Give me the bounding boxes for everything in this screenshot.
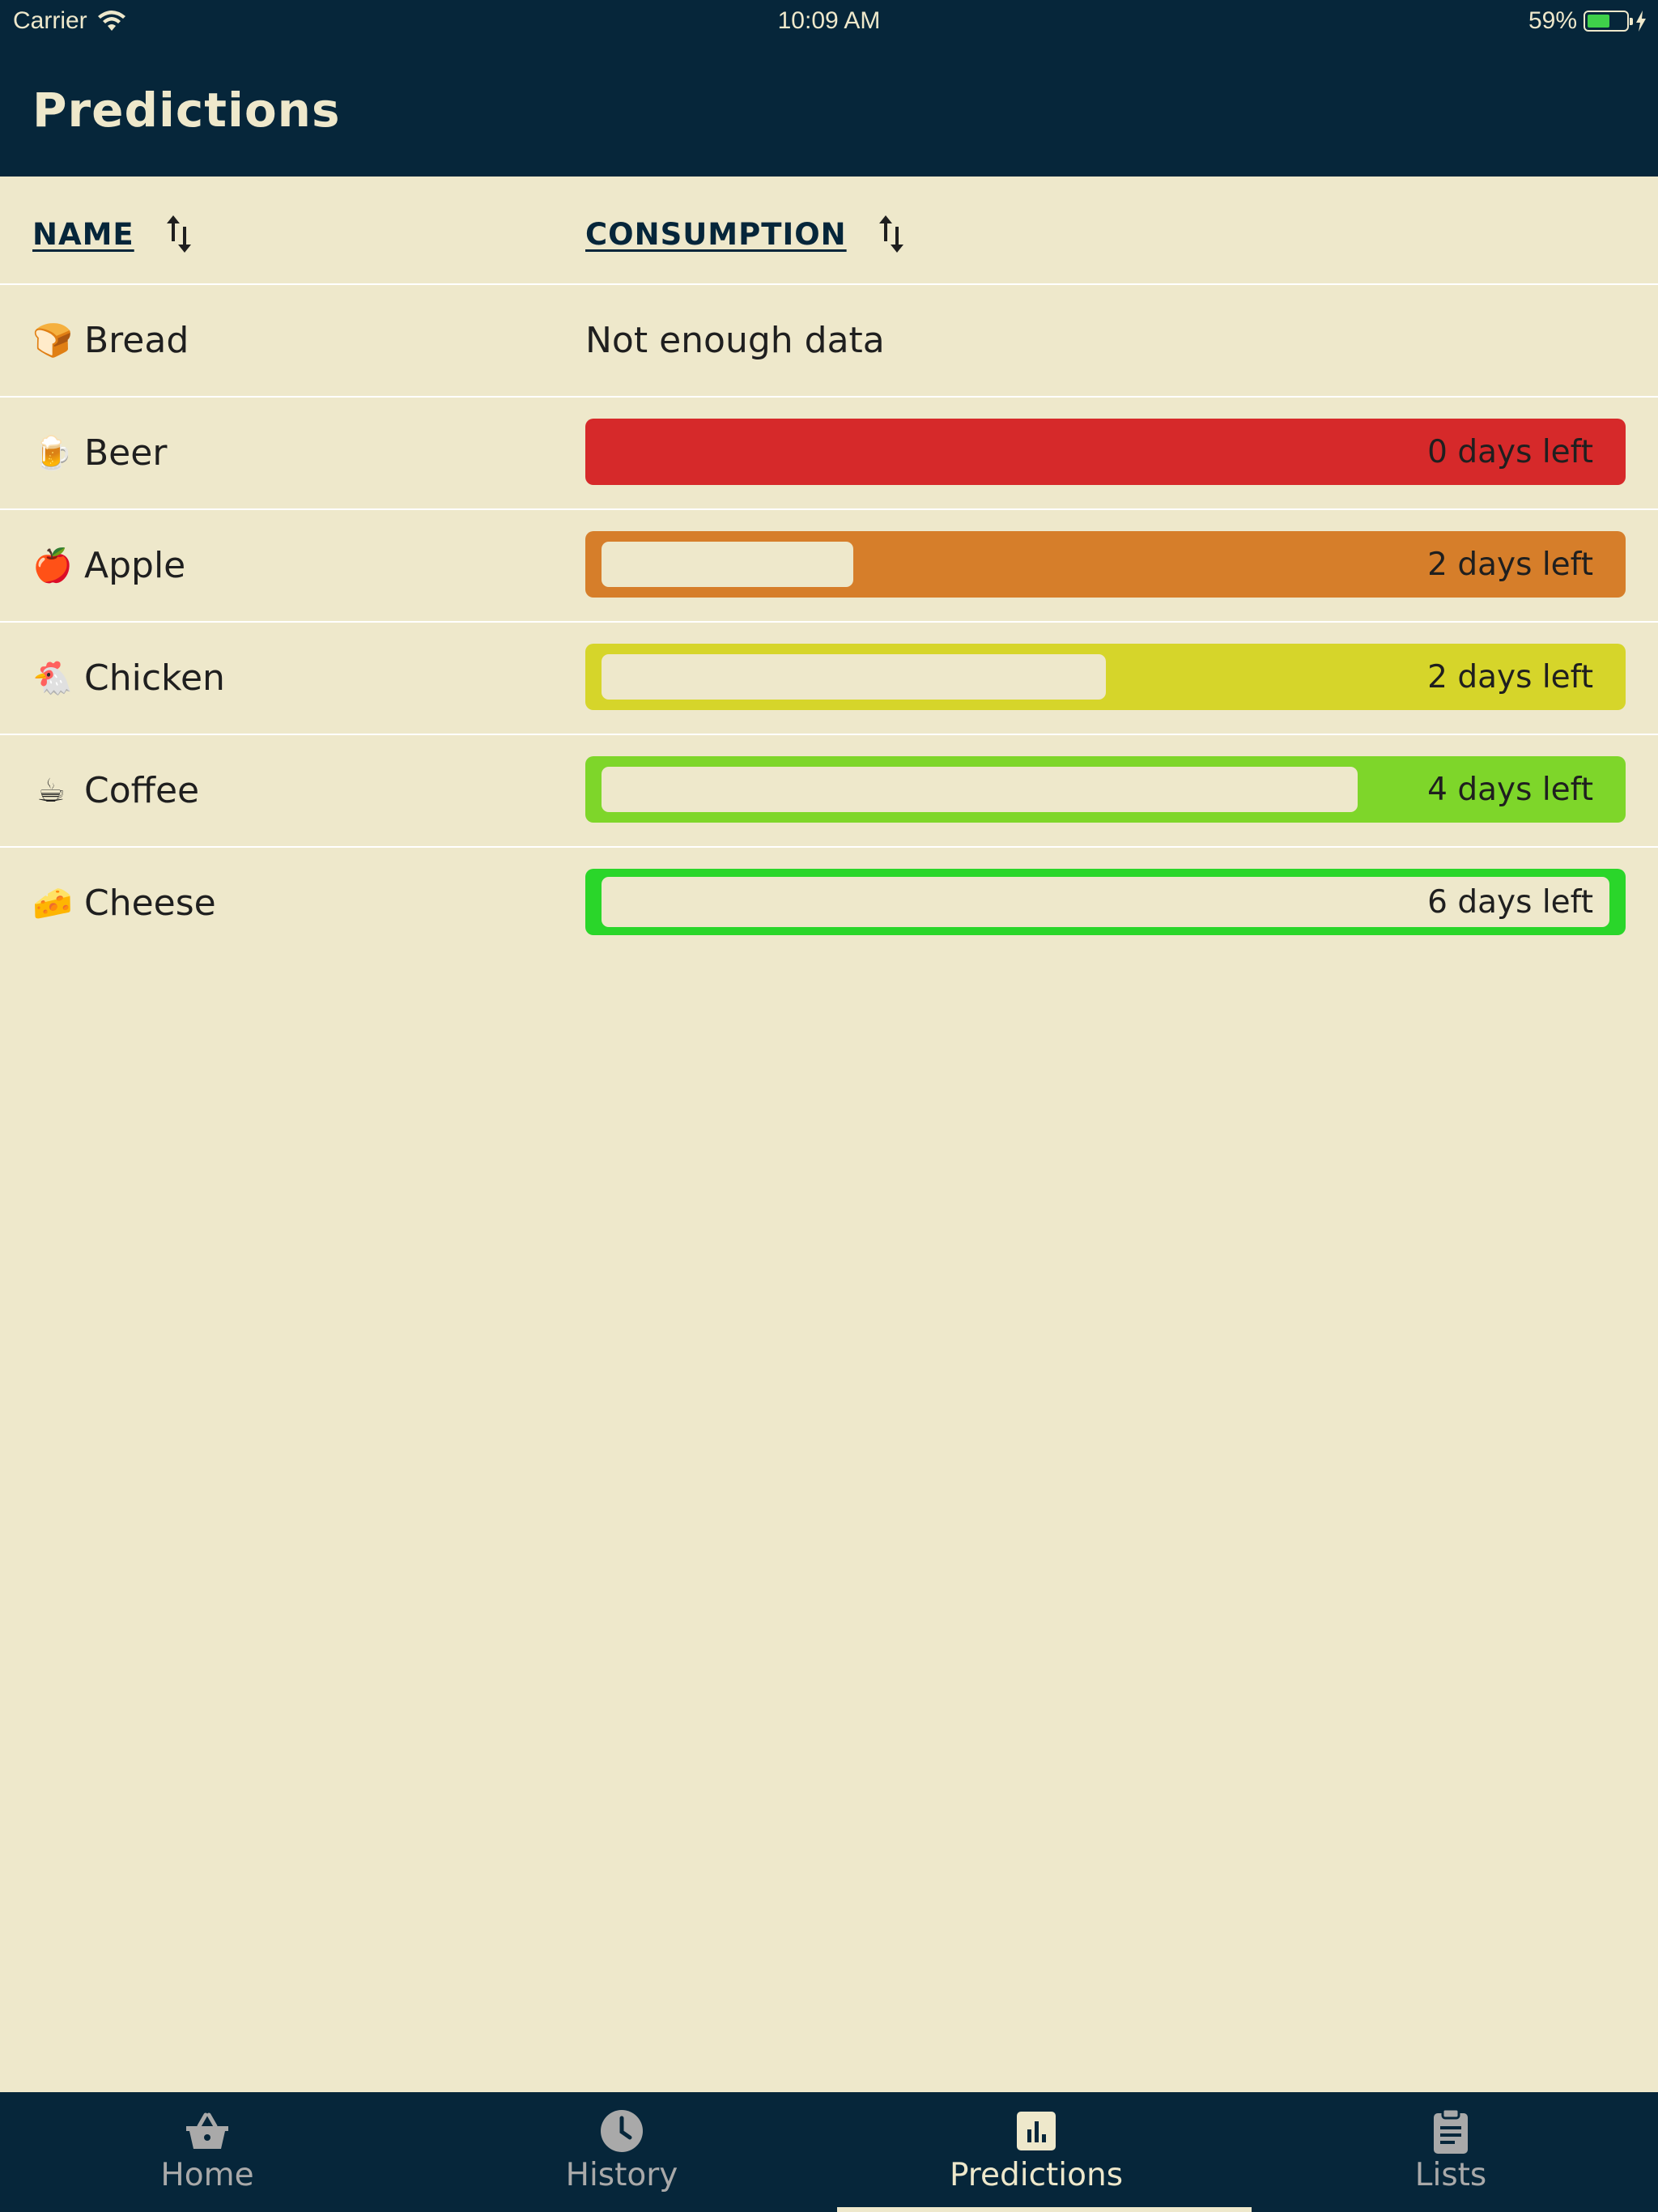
battery-status: 59% xyxy=(1528,7,1647,35)
item-name-cell: 🍎 Apple xyxy=(32,510,185,621)
beer-icon: 🍺 xyxy=(32,435,73,472)
item-name-cell: ☕ Coffee xyxy=(32,735,199,846)
sort-by-name-button[interactable]: NAME xyxy=(32,212,196,256)
consumption-bar: 2 days left xyxy=(585,531,1626,598)
item-name: Bread xyxy=(84,320,189,361)
charging-bolt-icon xyxy=(1636,11,1646,32)
status-bar: Carrier 10:09 AM 59% xyxy=(0,0,1658,42)
consumption-column-header[interactable]: CONSUMPTION xyxy=(585,217,847,252)
tab-history[interactable]: History xyxy=(414,2092,829,2212)
tab-bar: Home History Predictions Lists xyxy=(0,2092,1658,2212)
coffee-icon: ☕ xyxy=(36,772,66,810)
page-title: Predictions xyxy=(32,83,341,138)
consumption-bar: 2 days left xyxy=(585,644,1626,710)
table-row[interactable]: 🐔 Chicken 2 days left xyxy=(0,623,1658,735)
item-name: Coffee xyxy=(84,770,200,811)
table-row[interactable]: 🧀 Cheese 6 days left xyxy=(0,848,1658,960)
clipboard-icon xyxy=(1434,2108,1468,2154)
item-name-cell: 🧀 Cheese xyxy=(32,848,216,959)
basket-icon xyxy=(186,2112,228,2149)
days-left-label: 4 days left xyxy=(1427,771,1593,808)
clock: 10:09 AM xyxy=(777,7,881,34)
item-name: Chicken xyxy=(84,657,225,699)
battery-icon xyxy=(1584,11,1633,32)
sort-arrows-icon[interactable] xyxy=(874,212,908,256)
tab-label: Home xyxy=(160,2157,254,2193)
chicken-icon: 🐔 xyxy=(32,660,73,697)
not-enough-data-label: Not enough data xyxy=(585,320,885,361)
remaining-fill xyxy=(602,654,1106,700)
tab-label: Predictions xyxy=(949,2157,1124,2193)
tab-label: History xyxy=(565,2157,678,2193)
days-left-label: 0 days left xyxy=(1427,433,1593,470)
sort-arrows-icon[interactable] xyxy=(162,212,196,256)
name-column-header[interactable]: NAME xyxy=(32,217,134,252)
tab-lists[interactable]: Lists xyxy=(1244,2092,1658,2212)
table-row[interactable]: ☕ Coffee 4 days left xyxy=(0,735,1658,848)
remaining-fill xyxy=(602,542,853,587)
days-left-label: 2 days left xyxy=(1427,658,1593,696)
item-name-cell: 🍞 Bread xyxy=(32,285,189,396)
sort-by-consumption-button[interactable]: CONSUMPTION xyxy=(585,212,908,256)
consumption-bar: 0 days left xyxy=(585,419,1626,485)
item-name: Apple xyxy=(84,545,186,586)
tab-home[interactable]: Home xyxy=(0,2092,414,2212)
item-name-cell: 🐔 Chicken xyxy=(32,623,225,734)
consumption-bar: 4 days left xyxy=(585,756,1626,823)
apple-icon: 🍎 xyxy=(32,547,73,585)
table-header: NAME CONSUMPTION xyxy=(0,177,1658,285)
remaining-fill xyxy=(602,767,1358,812)
days-left-label: 6 days left xyxy=(1427,883,1593,921)
tab-label: Lists xyxy=(1414,2157,1487,2193)
table-row[interactable]: 🍺 Beer 0 days left xyxy=(0,398,1658,510)
days-left-label: 2 days left xyxy=(1427,546,1593,583)
active-tab-indicator xyxy=(837,2207,1252,2212)
battery-percent: 59% xyxy=(1528,7,1577,34)
cheese-icon: 🧀 xyxy=(32,885,73,922)
bar-chart-icon xyxy=(1017,2112,1056,2150)
table-row[interactable]: 🍞 Bread Not enough data xyxy=(0,285,1658,398)
item-name: Cheese xyxy=(84,883,216,924)
clock-icon xyxy=(601,2110,643,2152)
app-bar: Predictions xyxy=(0,42,1658,177)
bread-icon: 🍞 xyxy=(32,322,73,359)
item-name: Beer xyxy=(84,432,168,474)
tab-predictions[interactable]: Predictions xyxy=(829,2092,1252,2212)
consumption-bar: 6 days left xyxy=(585,869,1626,935)
table-row[interactable]: 🍎 Apple 2 days left xyxy=(0,510,1658,623)
item-name-cell: 🍺 Beer xyxy=(32,398,167,508)
